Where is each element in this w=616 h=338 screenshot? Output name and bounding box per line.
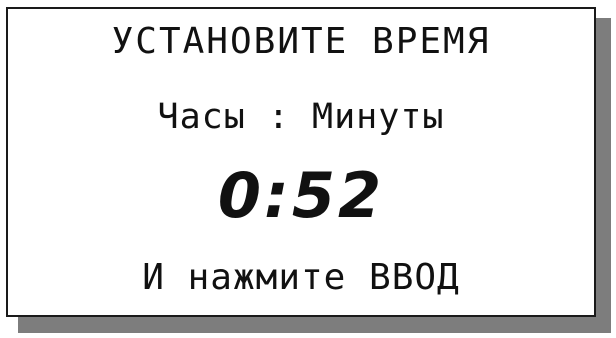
lcd-display: УСТАНОВИТЕ ВРЕМЯ Часы : Минуты 0:52 И на… [6,7,596,317]
time-value[interactable]: 0:52 [8,159,594,232]
instruction-text: И нажмите ВВОД [142,257,460,298]
screen-title: УСТАНОВИТЕ ВРЕМЯ [111,21,491,62]
time-format-label: Часы : Минуты [157,97,445,137]
stage: УСТАНОВИТЕ ВРЕМЯ Часы : Минуты 0:52 И на… [0,0,616,338]
